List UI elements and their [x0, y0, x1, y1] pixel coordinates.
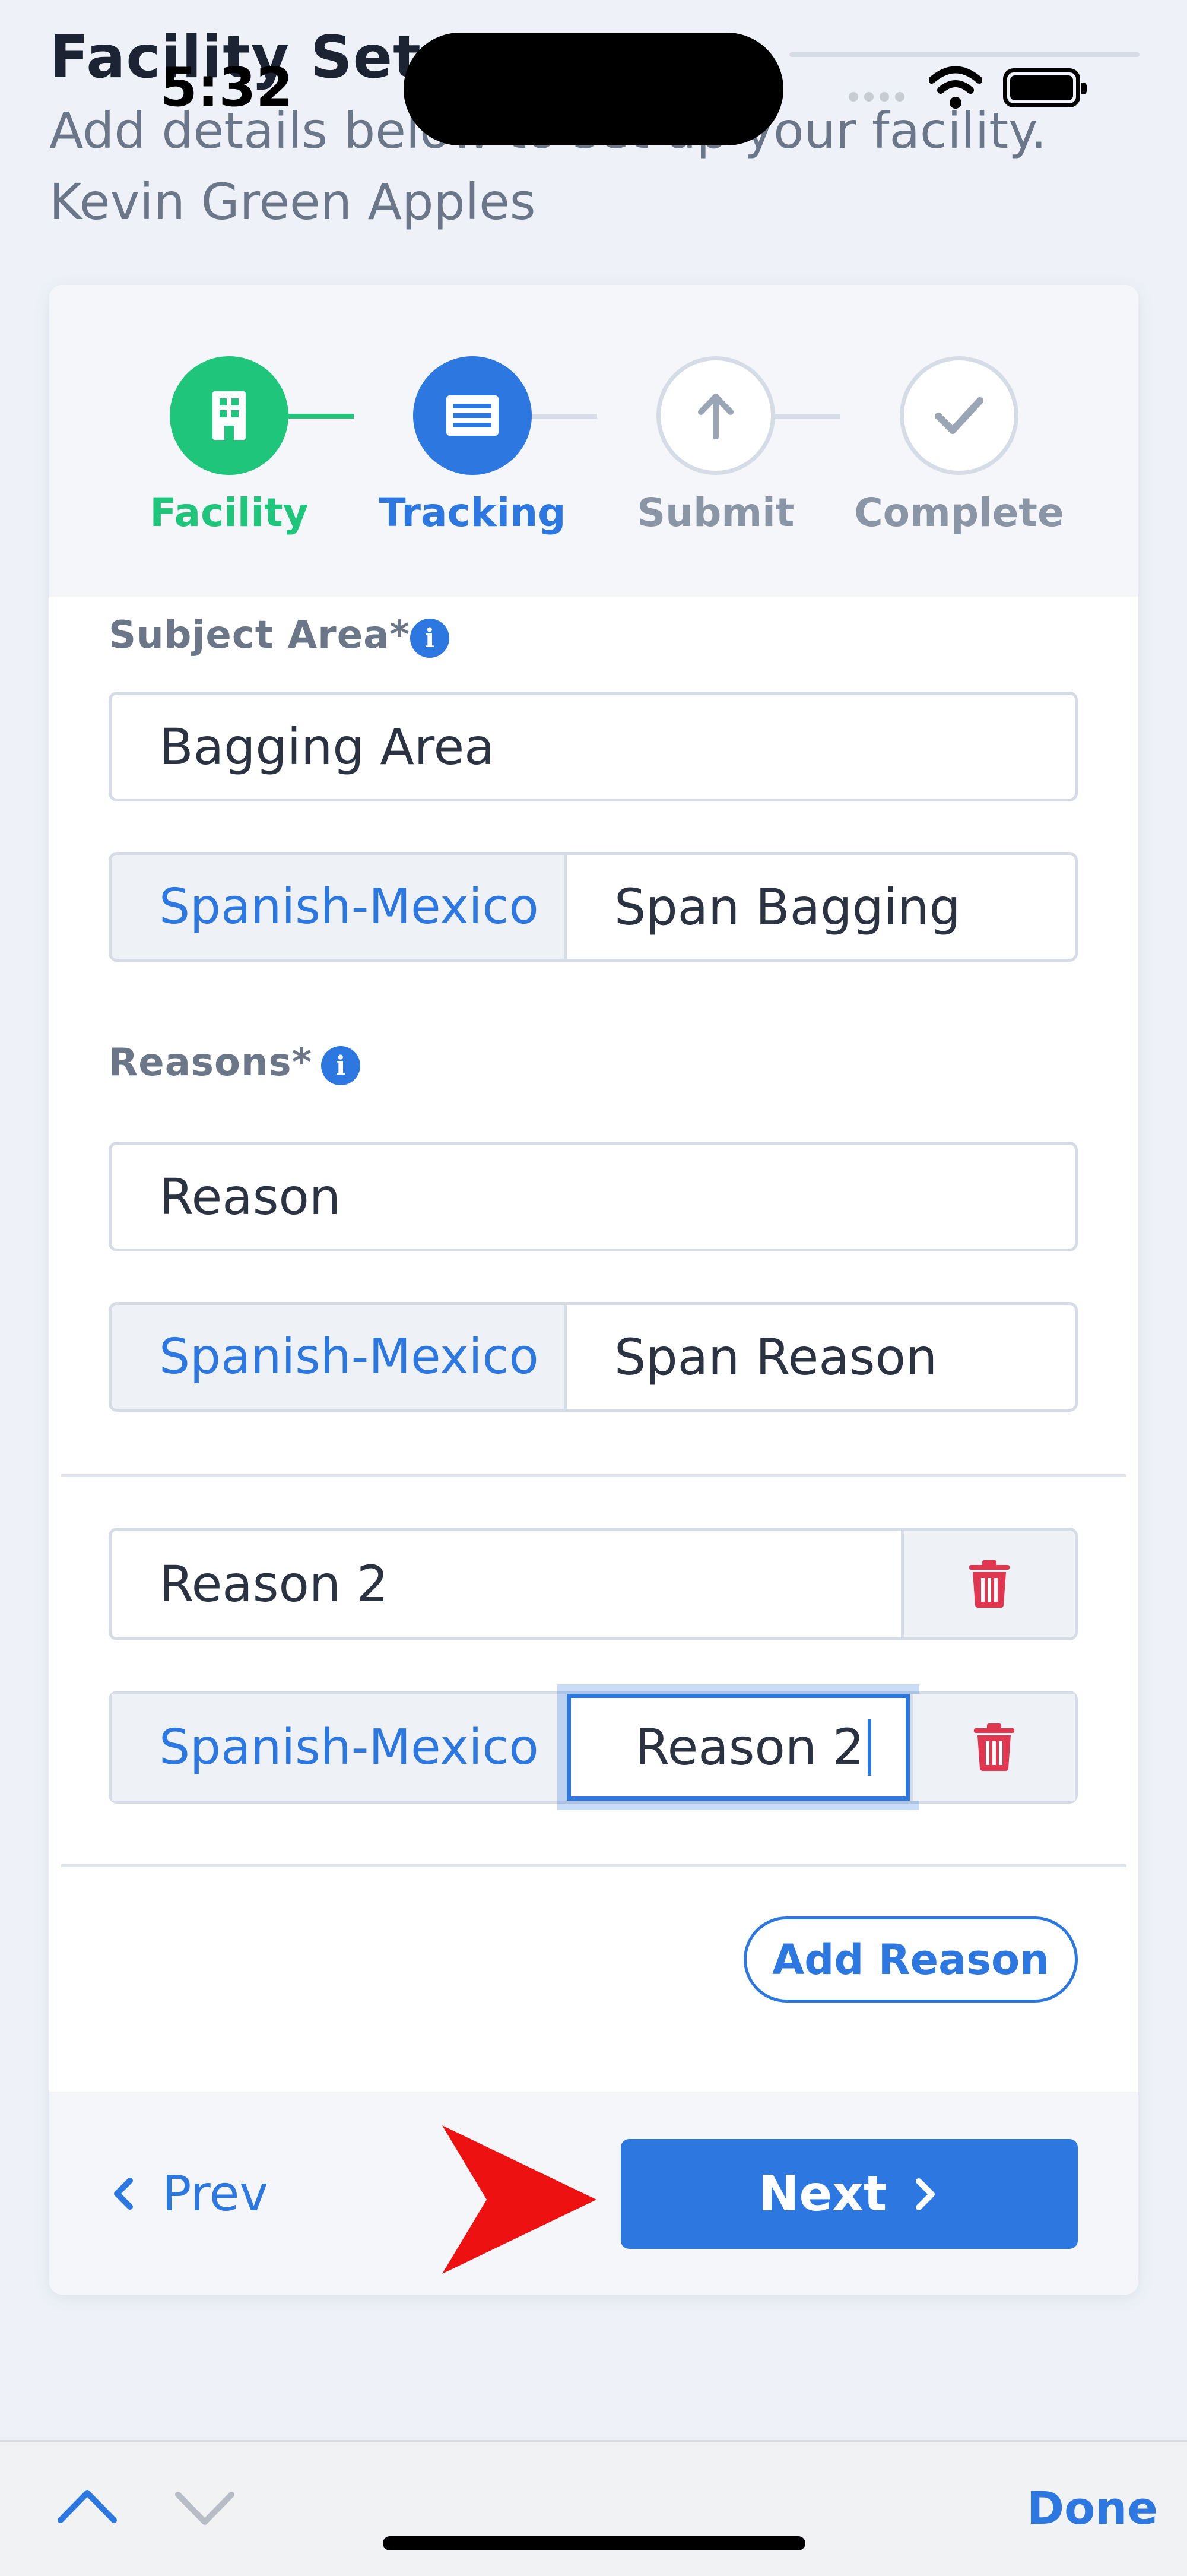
language-label: Spanish-Mexico [159, 879, 539, 935]
reason-2-translation-input[interactable]: Reason 2 [567, 1694, 910, 1801]
battery-icon [1003, 68, 1087, 107]
status-time: 5:32 [160, 56, 293, 119]
cellular-signal-icon [849, 92, 914, 102]
list-icon [446, 395, 499, 436]
info-icon[interactable]: i [410, 619, 449, 658]
pointer-arrow-icon [442, 2125, 596, 2274]
step-submit[interactable] [656, 356, 775, 475]
chevron-left-icon [114, 2178, 133, 2210]
step-label-tracking: Tracking [379, 490, 566, 536]
step-facility[interactable] [170, 356, 288, 475]
reason-translation: Spanish-Mexico Span Reason [109, 1302, 1078, 1412]
translation-value: Reason 2 [635, 1718, 865, 1776]
chevron-up-icon[interactable] [55, 2485, 120, 2526]
trash-icon [973, 1723, 1014, 1771]
step-complete[interactable] [900, 356, 1018, 475]
reason-2-row: Reason 2 [109, 1528, 1078, 1640]
setup-card: Facility Tracking Submit Complete Subjec… [49, 285, 1138, 2295]
divider [61, 1474, 1126, 1477]
dynamic-island [404, 33, 783, 145]
reason-translation-input[interactable]: Span Reason [567, 1305, 937, 1409]
reasons-label: Reasons* [109, 1041, 313, 1085]
prev-button[interactable]: Prev [109, 2149, 268, 2238]
add-reason-button[interactable]: Add Reason [744, 1916, 1078, 2003]
trash-icon [969, 1560, 1010, 1608]
subject-area-value: Bagging Area [159, 717, 495, 776]
language-label: Spanish-Mexico [159, 1329, 539, 1385]
reason-2-translation-row: Spanish-Mexico Reason 2 [109, 1691, 1078, 1804]
text-cursor [868, 1719, 872, 1776]
info-icon[interactable]: i [321, 1046, 360, 1085]
chevron-down-icon[interactable] [172, 2488, 237, 2529]
language-addon: Spanish-Mexico [112, 1694, 567, 1801]
step-tracking[interactable] [413, 356, 532, 475]
wifi-icon [929, 66, 982, 109]
subject-area-translation: Spanish-Mexico Span Bagging [109, 852, 1078, 962]
language-label: Spanish-Mexico [159, 1719, 539, 1776]
next-button[interactable]: Next [621, 2139, 1078, 2249]
reason-value: Reason [159, 1167, 341, 1226]
title-underline [789, 52, 1140, 57]
step-label-complete: Complete [854, 490, 1064, 536]
arrow-up-icon [698, 394, 734, 439]
divider [61, 1864, 1126, 1867]
delete-reason-button[interactable] [901, 1531, 1075, 1637]
subject-area-input[interactable]: Bagging Area [109, 692, 1078, 801]
prev-label: Prev [162, 2165, 268, 2222]
next-label: Next [758, 2166, 887, 2222]
language-addon: Spanish-Mexico [112, 855, 567, 959]
done-button[interactable]: Done [1027, 2482, 1158, 2534]
home-indicator [383, 2536, 805, 2550]
translation-value: Span Reason [614, 1327, 938, 1386]
check-icon [935, 397, 983, 434]
language-addon: Spanish-Mexico [112, 1305, 567, 1409]
reason-2-value: Reason 2 [159, 1555, 389, 1613]
reason-input[interactable]: Reason [109, 1142, 1078, 1251]
building-icon [212, 391, 246, 440]
subject-area-label: Subject Area* [109, 613, 410, 657]
subject-area-translation-input[interactable]: Span Bagging [567, 855, 961, 959]
translation-value: Span Bagging [614, 877, 961, 936]
reason-2-input[interactable]: Reason 2 [112, 1531, 901, 1637]
step-label-facility: Facility [150, 490, 309, 536]
delete-translation-button[interactable] [910, 1694, 1075, 1801]
chevron-right-icon [916, 2178, 935, 2210]
step-label-submit: Submit [637, 490, 795, 536]
